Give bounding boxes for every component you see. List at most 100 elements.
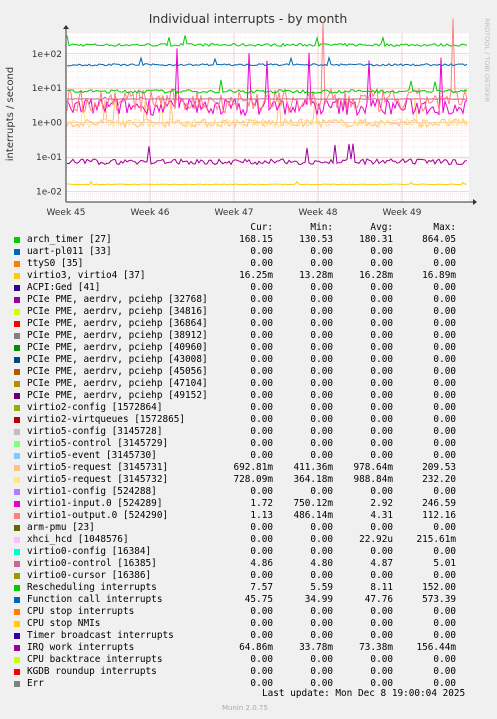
legend-swatch: [14, 489, 20, 495]
chart-canvas: Individual interrupts - by month interru…: [5, 11, 491, 218]
legend-label: ACPI:Ged [41]: [27, 282, 101, 293]
legend-row: Rescheduling interrupts 7.57 5.59 8.11 152.0…: [0, 582, 497, 594]
legend-value-avg: 0.00: [370, 330, 393, 341]
legend-value-min: 0.00: [310, 342, 333, 353]
legend-row: xhci_hcd [1048576] 0.00 0.00 22.92u 215.61m: [0, 534, 497, 546]
legend-row: PCIe PME, aerdrv, pciehp [43008] 0.00 0.00…: [0, 354, 497, 366]
last-update: Last update: Mon Dec 8 19:00:04 2025: [262, 688, 466, 699]
legend-value-max: 232.20: [422, 474, 456, 485]
legend-value-min: 0.00: [310, 330, 333, 341]
legend-column-header: Avg:: [370, 222, 393, 233]
legend-swatch: [14, 333, 20, 339]
legend-swatch: [14, 369, 20, 375]
legend-row: virtio0-config [16384] 0.00 0.00 0.00 0.00: [0, 546, 497, 558]
legend-value-avg: 4.31: [370, 510, 393, 521]
legend-row: CPU stop interrupts 0.00 0.00 0.00 0.00: [0, 606, 497, 618]
legend-value-min: 0.00: [310, 318, 333, 329]
legend-value-avg: 0.00: [370, 438, 393, 449]
legend-value-max: 0.00: [433, 402, 456, 413]
legend-swatch: [14, 573, 20, 579]
legend-label: Function call interrupts: [27, 594, 163, 605]
y-tick-label: 1e+01: [32, 84, 62, 94]
legend-label: PCIe PME, aerdrv, pciehp [45056]: [27, 366, 208, 377]
legend-value-avg: 0.00: [370, 294, 393, 305]
legend-value-max: 0.00: [433, 618, 456, 629]
legend-label: ttyS0 [35]: [27, 258, 84, 269]
legend-swatch: [14, 669, 20, 675]
legend-value-max: 0.00: [433, 450, 456, 461]
legend-value-avg: 22.92u: [359, 534, 393, 545]
legend-swatch: [14, 465, 20, 471]
legend-value-avg: 0.00: [370, 258, 393, 269]
legend-swatch: [14, 645, 20, 651]
legend-value-max: 0.00: [433, 306, 456, 317]
legend-value-avg: 0.00: [370, 378, 393, 389]
legend-value-max: 0.00: [433, 630, 456, 641]
legend-value-cur: 168.15: [239, 234, 273, 245]
legend-value-max: 0.00: [433, 390, 456, 401]
y-tick-label: 1e-02: [36, 188, 62, 198]
legend-swatch: [14, 561, 20, 567]
legend-swatch: [14, 285, 20, 291]
legend-value-cur: 0.00: [250, 354, 273, 365]
legend-value-max: 864.05: [422, 234, 456, 245]
legend-row: virtio5-config [3145728] 0.00 0.00 0.00 0.00: [0, 426, 497, 438]
legend-row: virtio2-config [1572864] 0.00 0.00 0.00 0.00: [0, 402, 497, 414]
legend-value-max: 0.00: [433, 246, 456, 257]
legend-value-min: 0.00: [310, 606, 333, 617]
legend-label: PCIe PME, aerdrv, pciehp [49152]: [27, 390, 208, 401]
legend-label: virtio2-virtqueues [1572865]: [27, 414, 186, 425]
legend-label: virtio2-config [1572864]: [27, 402, 163, 413]
x-tick-label: Week 45: [47, 208, 86, 218]
legend-value-cur: 64.86m: [239, 642, 273, 653]
legend-swatch: [14, 537, 20, 543]
legend-value-cur: 728.09m: [233, 474, 273, 485]
legend-value-avg: 0.00: [370, 402, 393, 413]
legend-value-max: 573.39: [422, 594, 456, 605]
legend-value-cur: 692.81m: [233, 462, 273, 473]
legend-swatch: [14, 441, 20, 447]
munin-version: Munin 2.0.75: [222, 704, 268, 712]
y-tick-label: 1e-01: [36, 153, 62, 163]
legend-label: virtio5-event [3145730]: [27, 450, 157, 461]
legend-swatch: [14, 621, 20, 627]
legend-value-min: 0.00: [310, 378, 333, 389]
legend-value-avg: 0.00: [370, 570, 393, 581]
legend-column-header: Cur:: [250, 222, 273, 233]
legend-swatch: [14, 321, 20, 327]
legend-value-min: 0.00: [310, 306, 333, 317]
legend-value-max: 0.00: [433, 666, 456, 677]
legend-value-cur: 0.00: [250, 666, 273, 677]
legend-row: Function call interrupts 45.75 34.99 47.76 5…: [0, 594, 497, 606]
legend-value-avg: 0.00: [370, 522, 393, 533]
legend-swatch: [14, 381, 20, 387]
legend-value-min: 33.78m: [299, 642, 333, 653]
legend-row: PCIe PME, aerdrv, pciehp [34816] 0.00 0.00…: [0, 306, 497, 318]
legend-value-min: 13.28m: [299, 270, 333, 281]
legend-value-min: 0.00: [310, 666, 333, 677]
legend-value-cur: 0.00: [250, 618, 273, 629]
legend-label: virtio0-control [16385]: [27, 558, 157, 569]
legend-value-min: 4.80: [310, 558, 333, 569]
legend-swatch: [14, 237, 20, 243]
legend-value-min: 0.00: [310, 246, 333, 257]
legend-label: PCIe PME, aerdrv, pciehp [40960]: [27, 342, 208, 353]
legend-row: virtio1-output.0 [524290] 1.13 486.14m 4.31…: [0, 510, 497, 522]
legend-value-max: 0.00: [433, 378, 456, 389]
legend-value-cur: 0.00: [250, 606, 273, 617]
rrdtool-watermark: RRDTOOL / TOBI OETIKER: [483, 18, 491, 102]
legend-value-max: 0.00: [433, 426, 456, 437]
legend-value-max: 0.00: [433, 258, 456, 269]
legend-swatch: [14, 261, 20, 267]
legend-value-min: 411.36m: [293, 462, 333, 473]
legend-value-min: 0.00: [310, 486, 333, 497]
legend-row: PCIe PME, aerdrv, pciehp [49152] 0.00 0.00…: [0, 390, 497, 402]
legend-value-avg: 0.00: [370, 606, 393, 617]
legend-swatch: [14, 609, 20, 615]
legend-value-max: 0.00: [433, 522, 456, 533]
legend-value-cur: 0.00: [250, 402, 273, 413]
legend-value-avg: 73.38m: [359, 642, 393, 653]
legend-value-avg: 16.28m: [359, 270, 393, 281]
legend-value-cur: 0.00: [250, 246, 273, 257]
legend-value-cur: 0.00: [250, 306, 273, 317]
